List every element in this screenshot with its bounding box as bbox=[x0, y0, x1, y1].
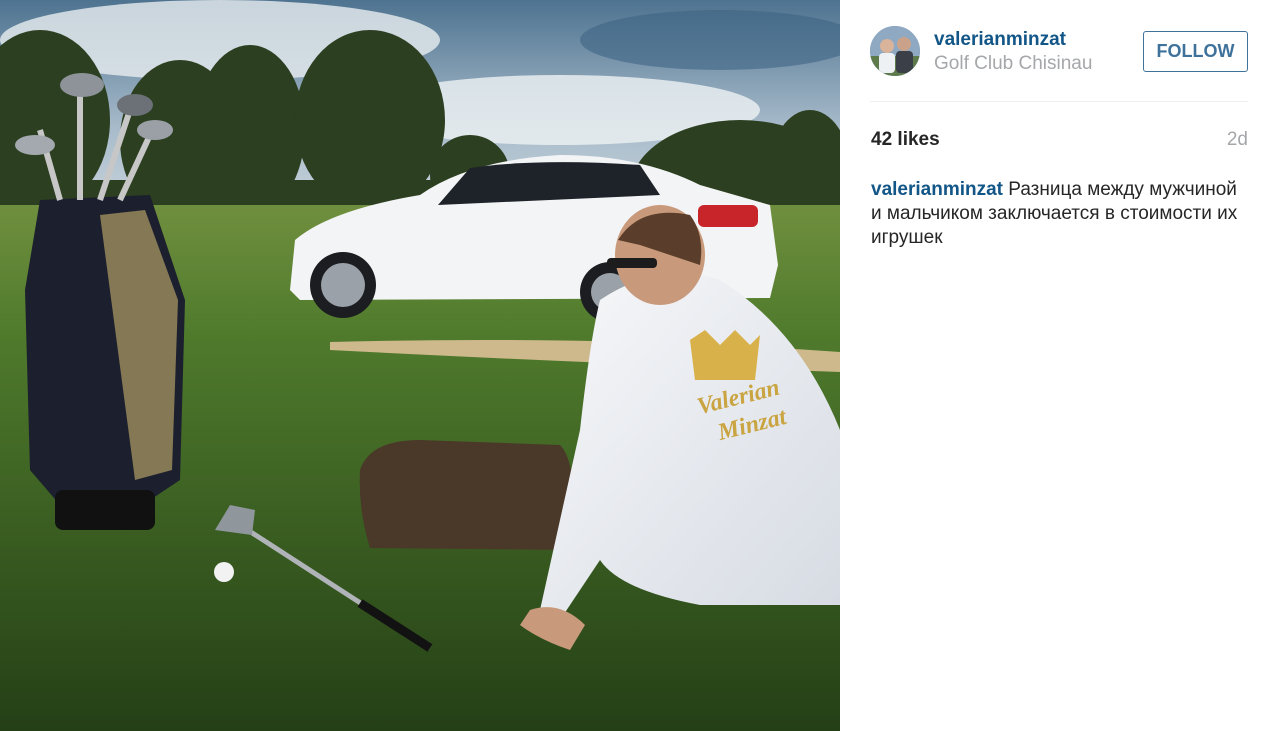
likes-count[interactable]: 42 likes bbox=[871, 129, 940, 151]
caption-username-link[interactable]: valerianminzat bbox=[871, 179, 1003, 200]
location-link[interactable]: Golf Club Chisinau bbox=[934, 53, 1092, 75]
follow-button[interactable]: FOLLOW bbox=[1143, 31, 1248, 72]
post-container: Valerian Minzat valerianminzat Golf Club… bbox=[0, 0, 1280, 731]
avatar[interactable] bbox=[870, 26, 920, 76]
avatar-photo-icon bbox=[870, 26, 920, 76]
post-time[interactable]: 2d bbox=[1227, 129, 1248, 151]
post-caption: valerianminzat Разница между мужчиной и … bbox=[871, 178, 1251, 250]
post-sidebar: valerianminzat Golf Club Chisinau FOLLOW… bbox=[840, 0, 1280, 731]
travel-bag bbox=[359, 440, 575, 550]
photo-illustration bbox=[0, 0, 840, 731]
author-username-link[interactable]: valerianminzat bbox=[934, 29, 1066, 51]
golf-ball bbox=[214, 562, 234, 582]
header-divider bbox=[870, 101, 1248, 102]
post-photo[interactable]: Valerian Minzat bbox=[0, 0, 840, 731]
